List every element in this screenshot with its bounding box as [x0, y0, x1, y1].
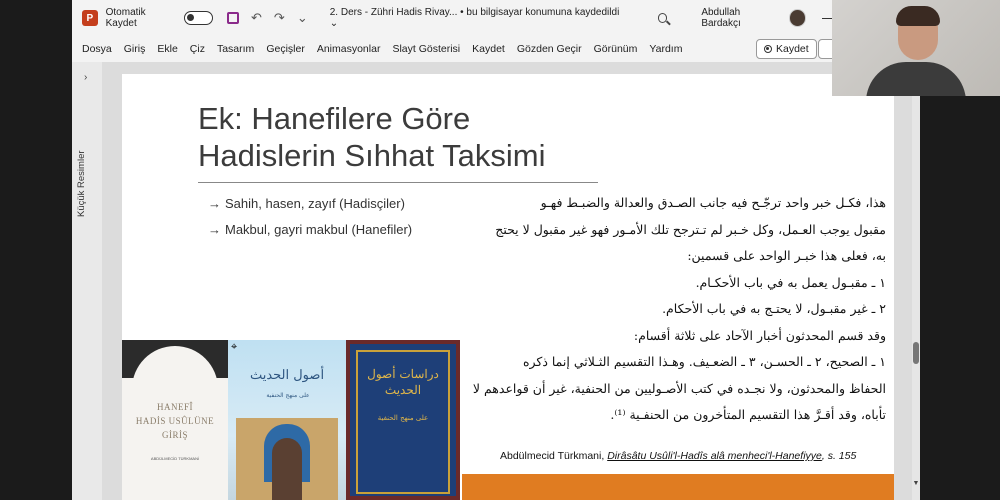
thumbnails-label[interactable]: Küçük Resimler	[76, 150, 87, 217]
search-icon[interactable]	[657, 13, 668, 23]
tab-gozden-gecir[interactable]: Gözden Geçir	[517, 43, 582, 55]
customize-quick-access-icon[interactable]: ⌄	[297, 10, 308, 26]
arabic-line: ١ ـ مقبـول يعمل به في باب الأحكـام.	[695, 274, 886, 290]
tab-tasarim[interactable]: Tasarım	[217, 43, 254, 55]
book-cover-dirasat-usul-al-hadith[interactable]: دراسات أصول الحديث على منهج الحنفية	[346, 340, 460, 500]
book-title-line: HANEFÎ	[157, 402, 193, 412]
book-title-line: HADİS USÛLÜNE	[135, 416, 215, 426]
powerpoint-window: P Otomatik Kaydet ↶ ↷ ⌄ 2. Ders - Zühri …	[0, 0, 1000, 500]
record-icon	[764, 45, 772, 53]
tab-yardim[interactable]: Yardım	[649, 43, 682, 55]
book-subtitle: على منهج الحنفية	[266, 392, 310, 399]
tab-dosya[interactable]: Dosya	[82, 43, 112, 55]
book-author: ABDÜLMECİD TÜRKMANİ	[150, 456, 200, 461]
citation[interactable]: Abdülmecid Türkmani, Dirâsâtu Usûli'l-Ha…	[500, 450, 856, 462]
tab-gorunum[interactable]: Görünüm	[594, 43, 638, 55]
avatar[interactable]	[788, 9, 807, 27]
footer-accent-bar	[462, 474, 894, 500]
arabic-line: هذا، فكـل خبر واحد ترجّـح فيه جانب الصـد…	[540, 195, 886, 210]
arabic-line: ١ ـ الصحيح، ٢ ـ الحسـن، ٣ ـ الضعـيف. وهـ…	[522, 354, 886, 369]
list-item: → Makbul, gayri makbul (Hanefiler)	[208, 216, 412, 242]
arrow-right-icon: →	[208, 221, 221, 237]
book-subtitle: على منهج الحنفية	[377, 414, 429, 422]
autosave-label: Otomatik Kaydet	[105, 7, 146, 29]
expand-thumbnails-icon[interactable]: ›	[84, 72, 87, 83]
list-item: → Sahih, hasen, zayıf (Hadisçiler)	[208, 190, 412, 216]
user-name[interactable]: Abdullah Bardakçı	[701, 7, 780, 29]
bullet-text: Makbul, gayri makbul (Hanefiler)	[225, 221, 413, 237]
book-title: أصول الحديث	[249, 368, 325, 383]
scroll-down-icon[interactable]: ▼	[912, 480, 920, 487]
scrollbar-thumb[interactable]	[913, 342, 919, 364]
presenter-hair	[896, 6, 940, 26]
citation-author: Abdülmecid Türkmani,	[500, 450, 608, 462]
arabic-line: مقبول يوجب العـمل، وكل خـبر لم تـترجح تل…	[495, 221, 886, 237]
arabic-line: وقد قسم المحدثون أخبار الآحاد على ثلاثة …	[633, 327, 886, 343]
slide-title-line-2: Hadislerin Sıhhat Taksimi	[198, 138, 546, 173]
tab-ekle[interactable]: Ekle	[157, 43, 177, 55]
arrow-right-icon: →	[208, 195, 221, 211]
autosave-toggle[interactable]	[183, 11, 214, 25]
book-title: دراسات أصول الحديث	[367, 367, 439, 397]
tab-ciz[interactable]: Çiz	[190, 43, 205, 55]
thumbnails-panel: › Küçük Resimler	[72, 62, 102, 500]
record-button-label: Kaydet	[776, 43, 809, 55]
tab-giris[interactable]: Giriş	[124, 43, 146, 55]
book-title: HANEFÎ HADİS USÛLÜNE GİRİŞ	[130, 400, 220, 442]
slide-title-line-1: Ek: Hanefilere Göre	[198, 101, 471, 136]
bullet-list[interactable]: → Sahih, hasen, zayıf (Hadisçiler) → Mak…	[208, 190, 412, 242]
tab-animasyonlar[interactable]: Animasyonlar	[317, 43, 381, 55]
undo-icon[interactable]: ↶	[251, 10, 262, 26]
arabic-line: ٢ ـ غير مقبـول، لا يحتـج به في باب الأحك…	[662, 301, 886, 316]
arabic-line: به، فعلى هذا خبـر الواحد على قسمين:	[687, 248, 886, 263]
save-icon[interactable]	[227, 12, 240, 24]
book-cover-hanefi-hadis-usulune-giris[interactable]: HANEFÎ HADİS USÛLÜNE GİRİŞ ABDÜLMECİD TÜ…	[122, 340, 228, 500]
minimize-icon[interactable]	[822, 17, 832, 19]
citation-work: Dirâsâtu Usûli'l-Hadîs alâ menheci'l-Han…	[607, 450, 822, 462]
document-title[interactable]: 2. Ders - Zühri Hadis Rivay... • bu bilg…	[330, 7, 624, 29]
mosque-illustration	[236, 418, 338, 500]
arabic-line: الحفاظ والمحدثون، ولا نجـده في كتب الأصـ…	[472, 380, 886, 396]
slide-title[interactable]: Ek: Hanefilere Göre Hadislerin Sıhhat Ta…	[198, 100, 618, 174]
book-cover-usul-al-hadith[interactable]: أصول الحديث على منهج الحنفية	[228, 340, 346, 500]
vertical-scrollbar[interactable]: ▼	[912, 62, 920, 500]
powerpoint-logo-icon: P	[82, 10, 98, 26]
citation-page: , s. 155	[821, 450, 857, 462]
title-divider	[198, 182, 598, 183]
slide[interactable]: Ek: Hanefilere Göre Hadislerin Sıhhat Ta…	[122, 74, 894, 500]
presenter-shoulders	[866, 62, 966, 96]
ribbon-tabs: Dosya Giriş Ekle Çiz Tasarım Geçişler An…	[72, 36, 838, 62]
arabic-quote-image[interactable]: هذا، فكـل خبر واحد ترجّـح فيه جانب الصـد…	[470, 190, 886, 429]
book-title-line: GİRİŞ	[161, 430, 188, 440]
tab-kaydet[interactable]: Kaydet	[472, 43, 505, 55]
title-bar: P Otomatik Kaydet ↶ ↷ ⌄ 2. Ders - Zühri …	[72, 0, 832, 36]
tab-gecisler[interactable]: Geçişler	[266, 43, 305, 55]
webcam-video-feed	[832, 0, 1000, 96]
record-button[interactable]: Kaydet	[756, 39, 817, 59]
arabic-line: تأباه، وقد أقـرَّ هذا التقسيم المتأخرون …	[610, 407, 886, 422]
redo-icon[interactable]: ↷	[274, 10, 285, 26]
mouse-cursor-icon: ⌖	[231, 341, 238, 353]
bullet-text: Sahih, hasen, zayıf (Hadisçiler)	[225, 195, 405, 211]
tab-slayt-gosterisi[interactable]: Slayt Gösterisi	[392, 43, 460, 55]
